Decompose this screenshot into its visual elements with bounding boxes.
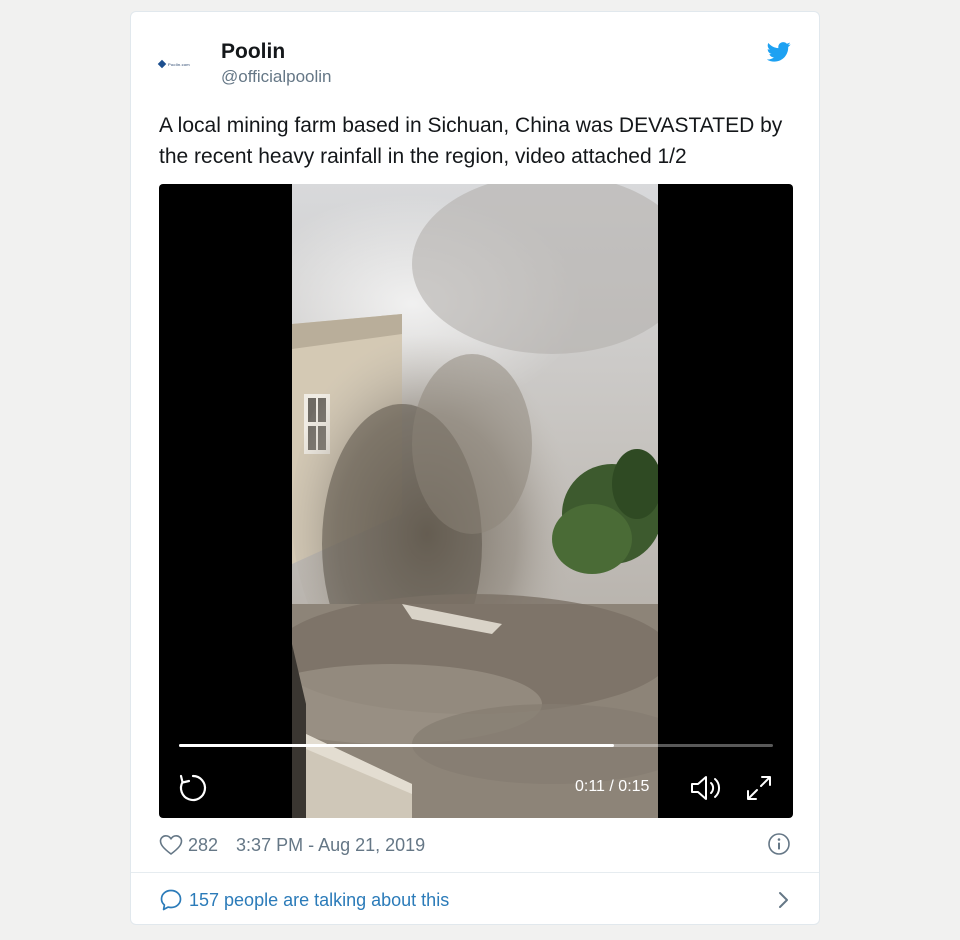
tweet-meta-row: 282 3:37 PM - Aug 21, 2019 — [159, 830, 425, 860]
tweet-card: Poolin.com Poolin @officialpoolin A loca… — [130, 11, 820, 925]
avatar-logo-text: Poolin.com — [168, 61, 190, 67]
video-timecode: 0:11 / 0:15 — [575, 778, 650, 795]
conversation-link[interactable]: 157 people are talking about this — [159, 884, 793, 916]
volume-icon[interactable] — [689, 772, 725, 804]
heart-icon[interactable] — [159, 834, 183, 856]
twitter-bird-icon[interactable] — [767, 42, 791, 62]
video-frame[interactable] — [292, 184, 658, 818]
fullscreen-icon[interactable] — [743, 772, 775, 804]
author-handle[interactable]: @officialpoolin — [221, 67, 332, 87]
talking-about-text: 157 people are talking about this — [189, 889, 450, 910]
progress-bar[interactable] — [179, 744, 773, 747]
replay-icon[interactable] — [177, 772, 209, 804]
avatar[interactable]: Poolin.com — [157, 52, 207, 76]
info-icon[interactable] — [767, 832, 791, 856]
video-player[interactable]: 0:11 / 0:15 — [159, 184, 793, 818]
tweet-text: A local mining farm based in Sichuan, Ch… — [159, 114, 783, 168]
author-display-name[interactable]: Poolin — [221, 40, 285, 64]
poolin-logo-mark — [157, 59, 167, 69]
tweet-timestamp[interactable]: 3:37 PM - Aug 21, 2019 — [236, 835, 425, 856]
progress-fill — [179, 744, 615, 747]
video-still-image — [292, 184, 658, 818]
divider — [131, 872, 819, 873]
chevron-right-icon[interactable] — [775, 888, 793, 912]
speech-bubble-icon — [160, 889, 182, 911]
like-count: 282 — [188, 834, 219, 855]
